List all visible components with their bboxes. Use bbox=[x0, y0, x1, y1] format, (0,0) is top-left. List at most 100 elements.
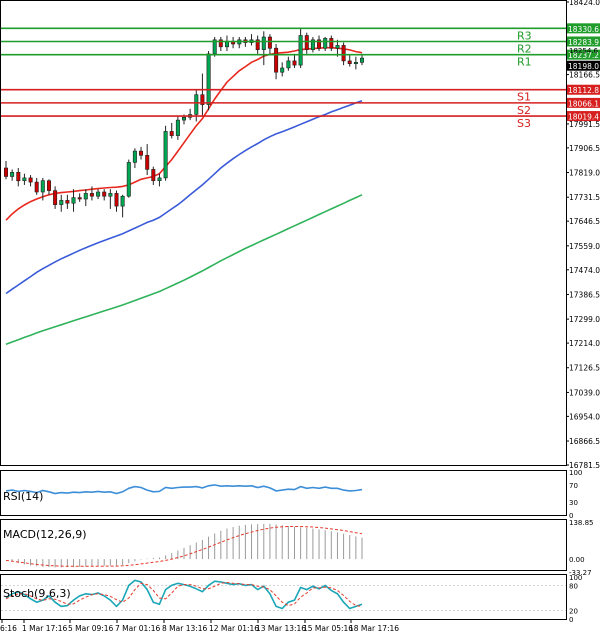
candle bbox=[59, 194, 64, 212]
candle bbox=[200, 73, 205, 116]
rsi-line bbox=[5, 484, 363, 495]
candle-body bbox=[89, 193, 94, 197]
candle bbox=[212, 36, 217, 57]
candle bbox=[114, 190, 119, 212]
macd-tick-label: 138.85 bbox=[569, 519, 594, 527]
candle bbox=[329, 35, 334, 52]
time-axis: 6:16 1 Mar 17:16 5 Mar 09:16 7 Mar 01:16 8 M… bbox=[0, 620, 399, 633]
time-tick-label: 8 Mar 13:16 bbox=[162, 624, 208, 633]
candle bbox=[83, 189, 88, 207]
rsi-panel-frame bbox=[0, 470, 567, 516]
candle-body bbox=[261, 36, 266, 50]
candle bbox=[218, 36, 223, 52]
price-tick-label: 18166.5 bbox=[569, 71, 600, 80]
candle-body bbox=[182, 117, 187, 121]
level-name-s3: S3 bbox=[517, 117, 531, 130]
price-tick-label: 17731.5 bbox=[569, 193, 600, 202]
time-tick-label: 18 Mar 17:16 bbox=[349, 624, 399, 633]
candle-body bbox=[323, 38, 328, 49]
candle bbox=[237, 36, 242, 49]
price-tick-label: 17991.5 bbox=[569, 120, 600, 129]
level-price-label-s1: 18112.8 bbox=[568, 86, 599, 95]
time-tick-label: 13 Mar 13:16 bbox=[256, 624, 306, 633]
candle-body bbox=[132, 150, 137, 163]
candle bbox=[267, 34, 272, 54]
level-name-r1: R1 bbox=[517, 56, 532, 69]
candle bbox=[28, 175, 33, 187]
candle-body bbox=[267, 36, 272, 49]
candle bbox=[298, 28, 303, 68]
price-tick-label: 17906.5 bbox=[569, 144, 600, 153]
candle bbox=[120, 194, 125, 218]
candle-body bbox=[34, 181, 39, 193]
candle bbox=[145, 144, 150, 176]
candle bbox=[255, 35, 260, 54]
candle-body bbox=[292, 60, 297, 66]
moving-averages bbox=[5, 46, 363, 345]
candle-body bbox=[139, 150, 144, 156]
price-tick-label: 18424.0 bbox=[569, 0, 600, 7]
candle bbox=[34, 177, 39, 195]
candle bbox=[151, 166, 156, 185]
level-name-s1: S1 bbox=[517, 91, 531, 104]
rsi-indicator: 10070300 bbox=[5, 469, 582, 520]
candle-body bbox=[28, 177, 33, 183]
stoch-title: Stoch(9,6,3) bbox=[3, 587, 71, 600]
candle-body bbox=[359, 57, 364, 63]
candle bbox=[22, 173, 27, 185]
level-price-label-s2: 18066.1 bbox=[568, 99, 599, 108]
candle bbox=[132, 148, 137, 169]
price-tick-label: 17819.0 bbox=[569, 169, 600, 178]
stoch-tick-label: 20 bbox=[569, 608, 578, 616]
candle-body bbox=[16, 172, 21, 182]
stoch-tick-label: 80 bbox=[569, 582, 578, 590]
candle-body bbox=[65, 200, 70, 204]
candle-body bbox=[71, 197, 76, 204]
time-tick-label: 12 Mar 01:16 bbox=[209, 624, 259, 633]
time-tick-label: 15 Mar 05:16 bbox=[303, 624, 353, 633]
candle bbox=[71, 189, 76, 212]
rsi-tick-label: 100 bbox=[569, 469, 582, 477]
candle bbox=[231, 36, 236, 49]
macd-tick-label: 0.00 bbox=[569, 556, 585, 564]
time-tick-label: 6:16 bbox=[0, 624, 17, 633]
candle-body bbox=[157, 177, 162, 181]
candle bbox=[292, 53, 297, 68]
candle-body bbox=[53, 190, 58, 206]
candle-body bbox=[206, 53, 211, 105]
macd-indicator: 138.850.00-33.27 bbox=[5, 519, 594, 577]
level-price-label-r3: 18330.6 bbox=[568, 25, 599, 34]
price-tick-label: 17559.0 bbox=[569, 242, 600, 251]
candle-body bbox=[274, 47, 279, 73]
price-tick-label: 17039.0 bbox=[569, 388, 600, 397]
candle bbox=[225, 35, 230, 52]
candle-body bbox=[341, 45, 346, 62]
candle-body bbox=[77, 197, 82, 200]
time-tick-label: 1 Mar 17:16 bbox=[22, 624, 68, 633]
candle bbox=[353, 56, 358, 70]
candle bbox=[53, 186, 58, 209]
candle bbox=[139, 146, 144, 160]
macd-title: MACD(12,26,9) bbox=[3, 528, 87, 541]
candle-body bbox=[280, 67, 285, 73]
candle-body bbox=[175, 119, 180, 136]
candle-body bbox=[10, 172, 15, 177]
candle bbox=[77, 193, 82, 202]
candle bbox=[188, 108, 193, 121]
current-price-label: 18198.0 bbox=[568, 62, 599, 71]
candle-body bbox=[286, 60, 291, 69]
stoch-tick-label: 100 bbox=[569, 574, 582, 582]
candle bbox=[169, 122, 174, 139]
chart-canvas: R318330.6R2 18283.9R118237.2S1 18112.8S2 18… bbox=[0, 0, 600, 633]
price-tick-label: 17299.0 bbox=[569, 315, 600, 324]
candle bbox=[10, 169, 15, 181]
candle bbox=[261, 31, 266, 66]
candle bbox=[96, 189, 101, 200]
rsi-title: RSI(14) bbox=[3, 490, 43, 503]
candle bbox=[359, 53, 364, 66]
candle-body bbox=[304, 35, 309, 50]
level-name-r3: R3 bbox=[517, 29, 532, 42]
candle bbox=[126, 159, 131, 198]
price-tick-label: 16866.5 bbox=[569, 437, 600, 446]
candle bbox=[157, 173, 162, 187]
